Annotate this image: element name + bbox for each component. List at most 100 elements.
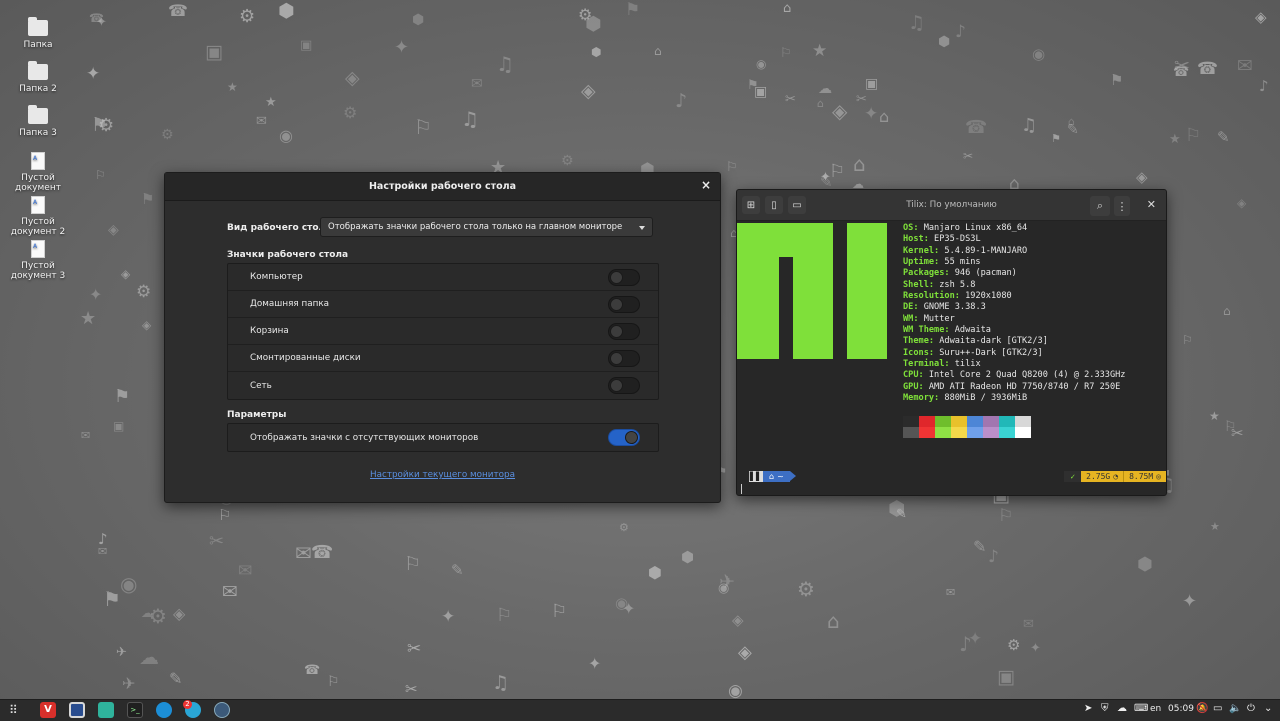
wallpaper-glyph: ☎ <box>168 1 188 20</box>
cloud-icon[interactable]: ☁ <box>1117 703 1127 714</box>
wallpaper-glyph: ⬢ <box>888 496 906 520</box>
wallpaper-glyph: ⌂ <box>853 152 866 176</box>
color-swatch <box>903 416 919 427</box>
wallpaper-glyph: ▣ <box>300 38 313 53</box>
files-app-icon[interactable] <box>98 702 114 718</box>
computer-toggle[interactable] <box>608 269 640 286</box>
wallpaper-glyph: ◉ <box>756 57 767 71</box>
wallpaper-glyph: ✦ <box>86 64 101 84</box>
wallpaper-glyph: ⚑ <box>141 190 155 208</box>
wallpaper-glyph: ⬢ <box>648 563 662 582</box>
app-grid-icon[interactable]: ⠿ <box>9 703 18 717</box>
manjaro-logo-col2 <box>793 257 833 359</box>
wallpaper-glyph: ◈ <box>581 80 596 102</box>
info-key: Shell: <box>903 279 935 290</box>
terminal-titlebar[interactable]: ⊞ ▯ ▭ Tilix: По умолчанию ⌕ ⋮ ✕ <box>737 190 1166 221</box>
wallpaper-glyph: ⚙ <box>561 153 574 169</box>
wallpaper-glyph: ✂ <box>1231 424 1244 442</box>
info-key: Memory: <box>903 393 940 404</box>
wallpaper-glyph: ✉ <box>946 586 956 599</box>
keyboard-layout[interactable]: en <box>1150 704 1161 714</box>
clock[interactable]: 05:09 <box>1168 704 1194 714</box>
terminal-output[interactable]: OS: Manjaro Linux x86_64 Host: EP35-DS3L K… <box>737 221 1166 495</box>
color-swatch <box>1015 427 1031 438</box>
document-icon: A <box>31 152 45 170</box>
volume-icon[interactable]: 🔈 <box>1229 703 1241 714</box>
desktop-icon-document-2[interactable]: A Пустой документ 2 <box>5 196 71 237</box>
close-icon[interactable]: ✕ <box>1147 198 1156 211</box>
wallpaper-glyph: ⚑ <box>1110 71 1124 89</box>
wallpaper-glyph: ✎ <box>1217 128 1230 146</box>
vivaldi-app-icon[interactable]: V <box>40 702 56 718</box>
wallpaper-glyph: ⚑ <box>1051 132 1061 145</box>
desktop-icon-folder-3[interactable]: Папка 3 <box>5 105 71 138</box>
toggle-knob <box>625 431 638 444</box>
wallpaper-glyph: ▣ <box>865 76 879 92</box>
desktop-view-dropdown[interactable]: Отображать значки рабочего стола только … <box>320 217 653 237</box>
toggle-knob <box>610 298 623 311</box>
color-swatch <box>967 427 983 438</box>
monitor-settings-link[interactable]: Настройки текущего монитора <box>165 470 720 480</box>
info-value: AMD ATI Radeon HD 7750/8740 / R7 250E <box>923 381 1121 392</box>
home-folder-toggle[interactable] <box>608 296 640 313</box>
manjaro-prompt-icon: ▌▌ <box>749 471 763 482</box>
wallpaper-glyph: ◉ <box>615 594 629 612</box>
wallpaper-glyph: ⚙ <box>149 604 167 628</box>
info-line: GPU: AMD ATI Radeon HD 7750/8740 / R7 25… <box>903 382 1125 393</box>
settings-app-icon[interactable] <box>214 702 230 718</box>
mounted-drives-toggle[interactable] <box>608 350 640 367</box>
info-key: Uptime: <box>903 257 940 268</box>
wallpaper-glyph: ♪ <box>955 22 966 42</box>
row-label: Домашняя папка <box>250 299 330 309</box>
desktop-icon-folder-2[interactable]: Папка 2 <box>5 61 71 94</box>
desktop-icon-document-3[interactable]: A Пустой документ 3 <box>5 240 71 281</box>
wallpaper-glyph: ✂ <box>209 531 225 552</box>
wallpaper-glyph: ⌂ <box>817 97 824 110</box>
notifications-off-icon[interactable]: 🔕 <box>1196 703 1208 714</box>
send-icon[interactable]: ➤ <box>1084 703 1092 714</box>
info-key: Host: <box>903 234 929 245</box>
network-toggle[interactable] <box>608 377 640 394</box>
prompt-right: ✓ 2.75G ◔ 8.75M ◎ <box>1064 471 1166 482</box>
wallpaper-glyph: ⬢ <box>681 548 695 566</box>
terminal-app-icon[interactable]: >_ <box>127 702 143 718</box>
search-icon[interactable]: ⌕ <box>1090 196 1110 216</box>
info-line: Icons: Suru++-Dark [GTK2/3] <box>903 348 1125 359</box>
chevron-down-icon[interactable]: ⌄ <box>1264 703 1272 714</box>
info-line: WM: Mutter <box>903 314 1125 325</box>
info-line: Resolution: 1920x1080 <box>903 291 1125 302</box>
monitor-icon[interactable]: ▭ <box>1213 703 1222 714</box>
wallpaper-glyph: ✉ <box>222 581 238 603</box>
wallpaper-glyph: ⚐ <box>829 161 846 182</box>
missing-monitors-toggle[interactable] <box>608 429 640 446</box>
trash-toggle[interactable] <box>608 323 640 340</box>
shield-icon[interactable]: ⛨ <box>1101 703 1109 714</box>
power-icon[interactable]: ⏻ <box>1247 703 1255 714</box>
wallpaper-glyph: ◈ <box>1237 196 1247 210</box>
wallpaper-glyph: ⚐ <box>404 553 422 575</box>
color-swatch <box>935 416 951 427</box>
info-key: WM: <box>903 313 919 324</box>
keyboard-icon[interactable]: ⌨ <box>1134 703 1148 714</box>
prompt-arrow <box>789 471 796 481</box>
photo-app-icon[interactable] <box>69 702 85 718</box>
toggle-knob <box>610 271 623 284</box>
desktop-icon-document-1[interactable]: A Пустой документ <box>5 152 71 193</box>
wallpaper-glyph: ⬢ <box>585 13 602 35</box>
row-label: Сеть <box>250 380 272 391</box>
wallpaper-glyph: ✦ <box>96 15 107 30</box>
toggle-knob <box>610 325 623 338</box>
desktop-icons-list: Компьютер Домашняя папка Корзина Смонтир… <box>227 263 659 400</box>
row-label: Отображать значки с отсутствующих монито… <box>250 432 479 443</box>
wallpaper-glyph: ★ <box>1169 132 1181 147</box>
close-icon[interactable]: × <box>701 178 711 192</box>
menu-icon[interactable]: ⋮ <box>1114 196 1130 216</box>
chat-app-icon[interactable] <box>156 702 172 718</box>
desktop-icon-folder-1[interactable]: Папка <box>5 17 71 50</box>
wallpaper-glyph: ✎ <box>169 669 183 688</box>
list-item-trash: Корзина <box>228 318 658 345</box>
settings-titlebar[interactable]: Настройки рабочего стола × <box>165 173 720 201</box>
wallpaper-glyph: ✦ <box>441 607 456 627</box>
document-icon: A <box>31 240 45 258</box>
mem-value: 8.75M <box>1129 472 1154 481</box>
